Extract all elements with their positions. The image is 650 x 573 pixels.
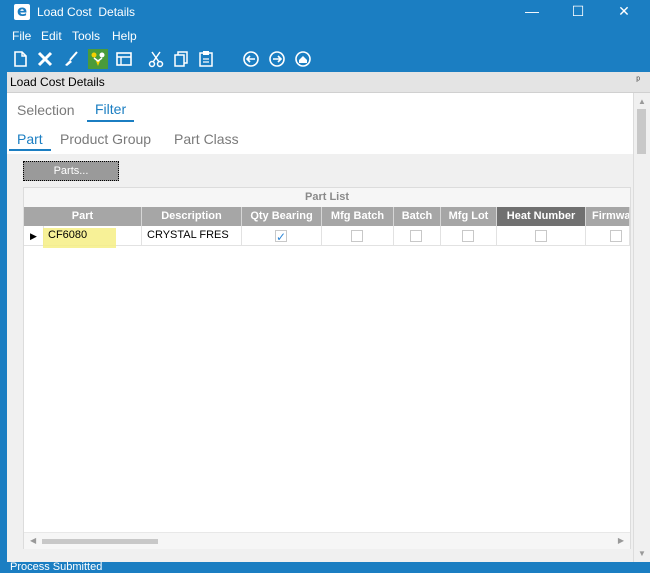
col-header-mfg-lot[interactable]: Mfg Lot [441,207,497,226]
status-text: Process Submitted [10,561,103,573]
maximize-button[interactable]: ☐ [555,0,601,25]
col-header-mfg-batch[interactable]: Mfg Batch [322,207,394,226]
tab-part-underline [9,149,51,151]
menu-file[interactable]: File [12,29,31,43]
panel-header: Load Cost Details ᵖ [7,72,650,93]
panel-vertical-scrollbar[interactable]: ▲ ▼ [633,93,650,562]
col-header-heat-number[interactable]: Heat Number [497,207,586,226]
status-bar: Process Submitted [7,561,650,573]
cell-mfg-lot[interactable] [441,226,497,246]
tab-area: Selection Filter Part Product Group Part… [7,93,633,154]
cell-firmware[interactable] [586,226,630,246]
pin-icon[interactable]: ᵖ [636,75,640,86]
new-icon[interactable] [10,49,30,69]
app-logo-icon [14,2,30,20]
part-list-grid: Part List Part Description Qty Bearing M… [23,187,631,549]
close-button[interactable]: ✕ [601,0,647,25]
cell-heat-number[interactable] [497,226,586,246]
col-header-part[interactable]: Part [24,207,142,226]
load-cost-details-panel: Load Cost Details ᵖ Selection Filter Par… [7,72,650,562]
mfg-lot-checkbox[interactable] [462,230,474,242]
tab-product-group[interactable]: Product Group [60,131,151,147]
parts-button[interactable]: Parts... [23,161,119,181]
paste-icon[interactable] [196,49,216,69]
cell-description[interactable]: CRYSTAL FRES [142,226,242,246]
col-header-qty-bearing[interactable]: Qty Bearing [242,207,322,226]
col-header-firmware[interactable]: Firmware [586,207,630,226]
panel-title: Load Cost Details [10,75,105,89]
heat-number-checkbox[interactable] [535,230,547,242]
cell-mfg-batch[interactable] [322,226,394,246]
cell-batch[interactable] [394,226,441,246]
scroll-down-icon[interactable]: ▼ [638,549,646,558]
cell-part[interactable]: CF6080 [48,229,87,241]
row-selector-icon[interactable]: ▶ [24,226,44,246]
mfg-batch-checkbox[interactable] [351,230,363,242]
qty-bearing-checkbox[interactable] [275,228,287,245]
menu-help[interactable]: Help [112,29,137,43]
clear-icon[interactable] [61,49,81,69]
grid-caption: Part List [24,188,630,207]
menu-bar: File Edit Tools Help [7,26,650,46]
tab-selection[interactable]: Selection [17,102,75,118]
forward-icon[interactable] [267,49,287,69]
filter-content: Parts... Part List Part Description Qty … [7,154,633,562]
col-header-description[interactable]: Description [142,207,242,226]
hscroll-thumb[interactable] [42,539,158,544]
minimize-button[interactable]: — [509,0,555,25]
tab-part[interactable]: Part [17,131,43,147]
scroll-left-icon[interactable]: ◀ [30,536,36,545]
firmware-checkbox[interactable] [610,230,622,242]
tab-part-class[interactable]: Part Class [174,131,239,147]
app-window: Load Cost Details — ☐ ✕ File Edit Tools … [0,0,650,573]
scroll-thumb[interactable] [637,109,646,154]
window-title: Load Cost Details [37,5,136,19]
scroll-up-icon[interactable]: ▲ [638,97,646,106]
title-bar[interactable]: Load Cost Details — ☐ ✕ [0,0,650,25]
tab-filter-underline [87,120,134,122]
back-icon[interactable] [241,49,261,69]
tab-filter[interactable]: Filter [95,101,126,117]
grid-horizontal-scrollbar[interactable]: ◀ ▶ [24,532,630,549]
col-header-batch[interactable]: Batch [394,207,441,226]
copy-icon[interactable] [171,49,191,69]
menu-tools[interactable]: Tools [72,29,100,43]
home-icon[interactable] [293,49,313,69]
toolbar [7,46,650,72]
cell-qty-bearing[interactable] [242,226,322,246]
view-icon[interactable] [114,49,134,69]
batch-checkbox[interactable] [410,230,422,242]
delete-icon[interactable] [35,49,55,69]
process-icon[interactable] [88,49,108,69]
menu-edit[interactable]: Edit [41,29,62,43]
scroll-right-icon[interactable]: ▶ [618,536,624,545]
cut-icon[interactable] [146,49,166,69]
